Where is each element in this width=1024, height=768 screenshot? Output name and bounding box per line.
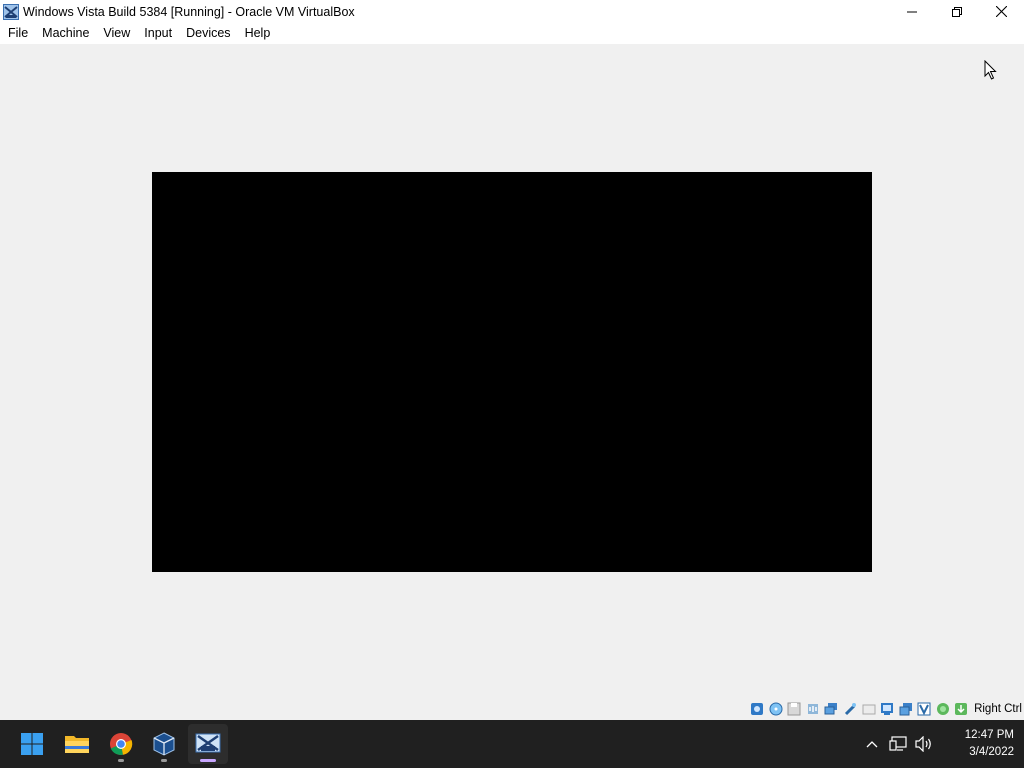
chrome-icon — [110, 733, 133, 756]
virtualbox-vm-icon — [195, 733, 221, 753]
menu-input[interactable]: Input — [138, 23, 178, 44]
clock-date: 3/4/2022 — [969, 746, 1014, 758]
mouse-pointer-icon — [984, 60, 997, 80]
window-title: Windows Vista Build 5384 [Running] - Ora… — [23, 4, 355, 19]
recording-icon[interactable] — [898, 701, 914, 717]
close-button[interactable] — [979, 0, 1024, 23]
status-bar: Right Ctrl — [0, 698, 1024, 720]
file-explorer-icon — [65, 736, 89, 753]
network-icon[interactable] — [823, 701, 839, 717]
host-key-label: Right Ctrl — [974, 703, 1022, 715]
clock-time: 12:47 PM — [964, 729, 1014, 741]
usb-icon[interactable] — [842, 701, 858, 717]
taskbar: 12:47 PM 3/4/2022 — [0, 720, 1024, 768]
running-indicator — [118, 759, 124, 762]
active-indicator — [200, 759, 216, 762]
minimize-button[interactable] — [889, 0, 934, 23]
display-icon[interactable] — [879, 701, 895, 717]
audio-icon[interactable] — [805, 701, 821, 717]
tray-network[interactable] — [886, 732, 910, 756]
guest-additions-icon[interactable] — [935, 701, 951, 717]
vm-display-area — [0, 44, 1024, 698]
chevron-up-icon — [866, 741, 878, 748]
clock[interactable]: 12:47 PM 3/4/2022 — [944, 727, 1014, 761]
network-icon — [889, 736, 907, 751]
running-indicator — [161, 759, 167, 762]
restore-button[interactable] — [934, 0, 979, 23]
floppy-icon[interactable] — [786, 701, 802, 717]
taskbar-virtualbox-manager[interactable] — [144, 724, 184, 764]
menu-bar: File Machine View Input Devices Help — [0, 23, 1024, 44]
show-hidden-icons-button[interactable] — [860, 732, 884, 756]
optical-drive-icon[interactable] — [768, 701, 784, 717]
vm-screen[interactable] — [152, 172, 872, 572]
start-icon — [21, 733, 43, 755]
menu-view[interactable]: View — [97, 23, 136, 44]
minimize-icon — [906, 11, 917, 12]
taskbar-file-explorer[interactable] — [57, 724, 97, 764]
hard-disk-icon[interactable] — [749, 701, 765, 717]
virtualbox-vista-icon — [3, 3, 19, 20]
vt-x-icon[interactable] — [916, 701, 932, 717]
mouse-integration-icon[interactable] — [953, 701, 969, 717]
taskbar-virtualbox-vm[interactable] — [188, 724, 228, 764]
taskbar-chrome[interactable] — [101, 724, 141, 764]
shared-folders-icon[interactable] — [861, 701, 877, 717]
system-tray: 12:47 PM 3/4/2022 — [858, 720, 1024, 768]
title-bar: Windows Vista Build 5384 [Running] - Ora… — [0, 0, 1024, 23]
start-button[interactable] — [12, 724, 52, 764]
menu-devices[interactable]: Devices — [180, 23, 236, 44]
tray-volume[interactable] — [912, 732, 936, 756]
menu-file[interactable]: File — [2, 23, 34, 44]
menu-help[interactable]: Help — [239, 23, 277, 44]
volume-icon — [915, 736, 931, 752]
menu-machine[interactable]: Machine — [36, 23, 95, 44]
virtualbox-manager-icon — [153, 732, 175, 756]
restore-icon — [951, 6, 962, 17]
close-icon — [996, 6, 1007, 17]
